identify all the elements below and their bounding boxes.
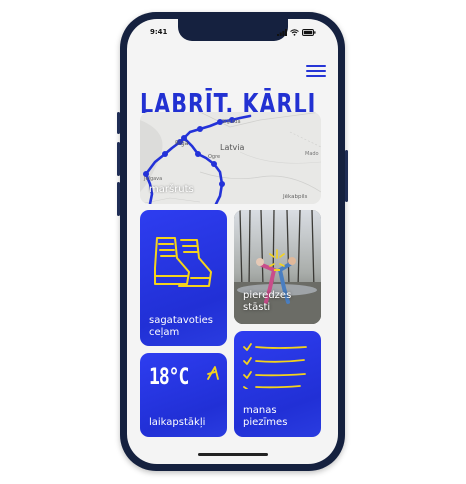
wind-icon: [207, 366, 219, 380]
app-screen: 9:41 LABRĪT, KĀRLI Rīga Latvia Jelgava S…: [127, 19, 338, 464]
battery-icon: [302, 29, 316, 36]
wifi-icon: [290, 29, 299, 36]
map-label-madona: Mado: [305, 151, 319, 157]
phone-volume-down: [117, 182, 120, 216]
map-label-jekabpils: Jēkabpils: [282, 194, 308, 200]
stories-label: pieredzes stāsti: [243, 290, 291, 314]
stories-tile[interactable]: pieredzes stāsti: [234, 210, 321, 324]
prepare-tile[interactable]: sagatavoties ceļam: [140, 210, 227, 346]
map-label-riga: Rīga: [175, 140, 189, 147]
notes-label-line1: manas: [243, 405, 277, 416]
weather-tile[interactable]: 18°C laikapstākļi: [140, 353, 227, 437]
prepare-label: sagatavoties ceļam: [149, 315, 213, 339]
map-label-sigulda: Sigulda: [222, 119, 241, 125]
menu-line: [306, 70, 326, 72]
temperature-value: 18°C: [149, 364, 189, 391]
map-label-ogre: Ogre: [208, 154, 220, 160]
home-indicator[interactable]: [197, 453, 268, 456]
phone-volume-up: [117, 142, 120, 176]
weather-label: laikapstākļi: [149, 417, 206, 428]
notes-label: manas piezīmes: [243, 405, 287, 429]
menu-line: [306, 65, 326, 67]
route-tile[interactable]: Rīga Latvia Jelgava Sigulda Ogre Mado Jē…: [140, 112, 321, 204]
status-time: 9:41: [150, 28, 168, 36]
boots-icon: [154, 237, 212, 287]
prepare-label-line2: ceļam: [149, 327, 180, 338]
map-label-jelgava: Jelgava: [143, 176, 162, 182]
menu-line: [306, 75, 326, 77]
map-label-latvia: Latvia: [220, 143, 244, 152]
phone-power-button: [345, 150, 348, 202]
phone-side-button: [117, 112, 120, 134]
notes-tile[interactable]: manas piezīmes: [234, 331, 321, 437]
stories-label-line1: pieredzes: [243, 290, 292, 301]
notes-label-line2: piezīmes: [243, 417, 288, 428]
stories-label-line2: stāsti: [243, 302, 271, 313]
notch: [177, 19, 288, 41]
menu-button[interactable]: [306, 62, 326, 78]
status-icons: [277, 29, 316, 36]
checklist-icon: [243, 343, 307, 389]
route-label: maršruts: [149, 184, 194, 195]
prepare-label-line1: sagatavoties: [149, 315, 213, 326]
signal-icon: [277, 29, 287, 36]
